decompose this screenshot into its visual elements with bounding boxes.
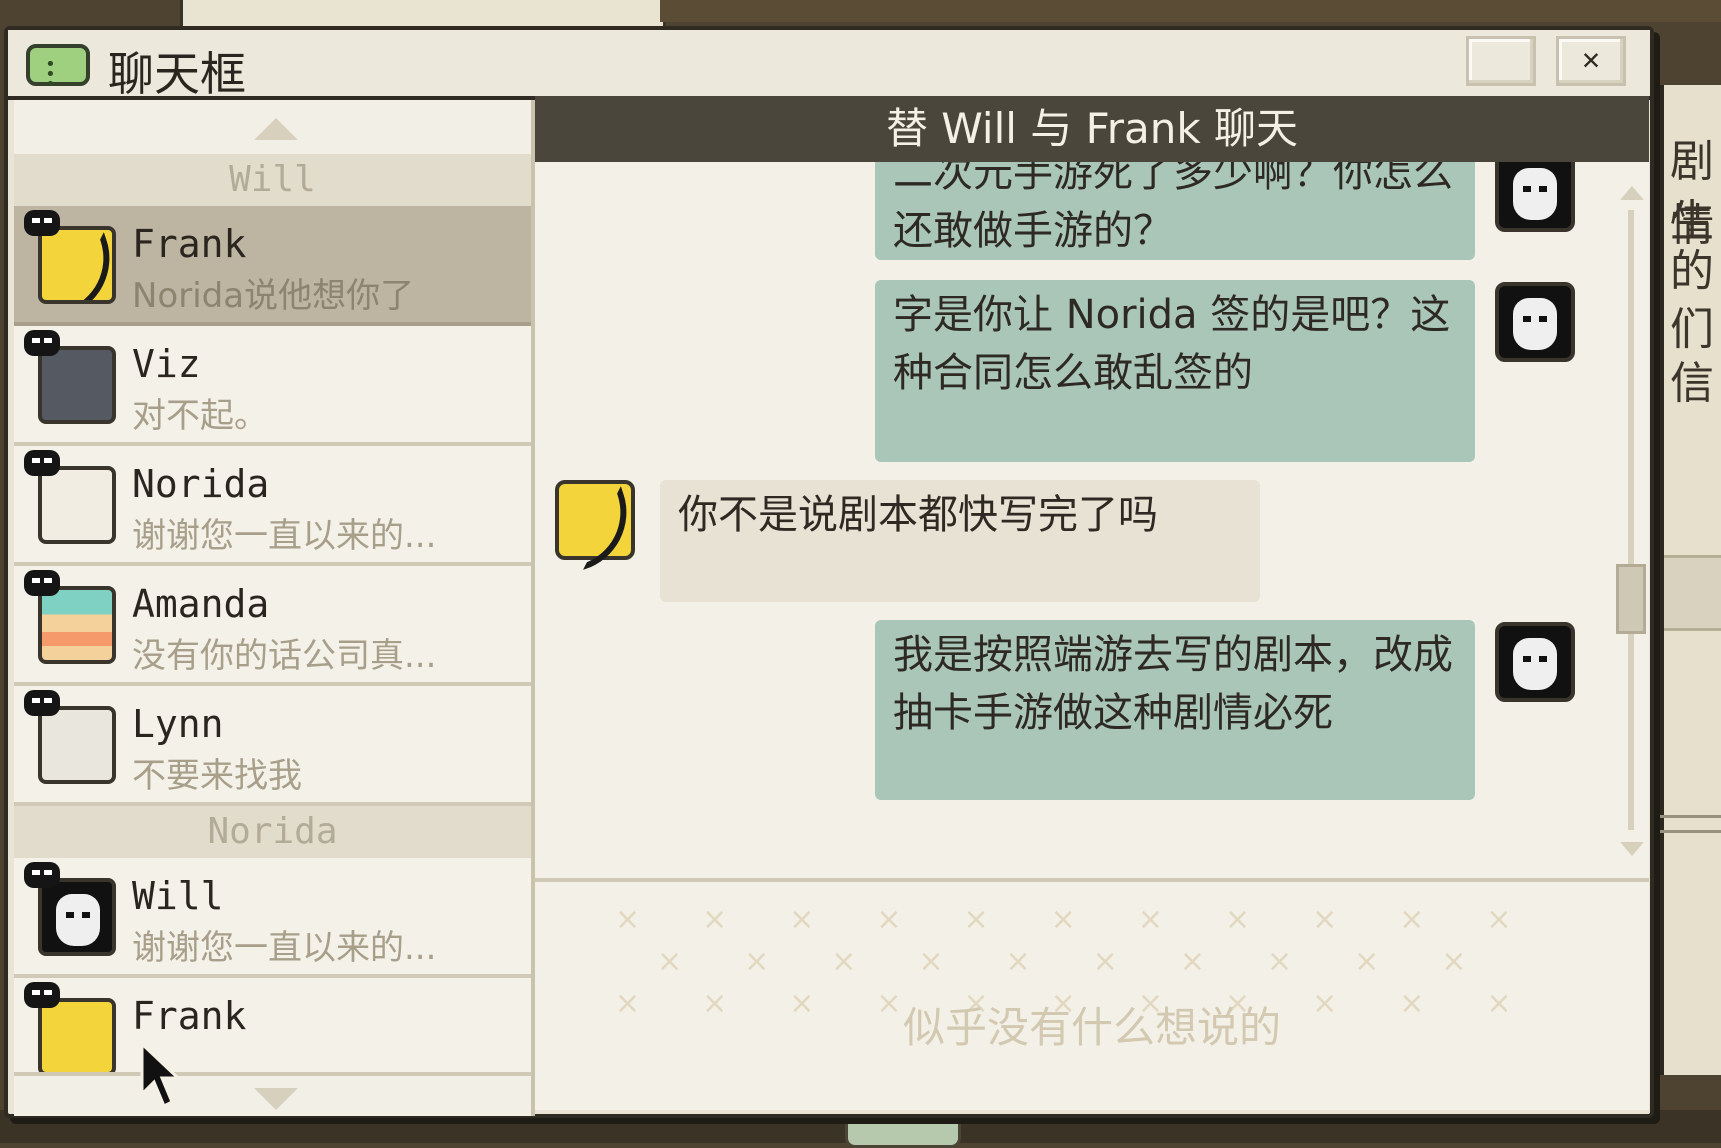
message-bubble: 你不是说剧本都快写完了吗: [660, 480, 1260, 602]
norida-avatar: [38, 466, 116, 544]
contact-item-will[interactable]: Will 谢谢您一直以来的...: [14, 858, 531, 978]
banana-icon: [562, 486, 642, 570]
contact-preview: 谢谢您一直以来的...: [132, 928, 437, 968]
contact-name: Lynn: [132, 702, 224, 746]
mask-face-icon: [1513, 638, 1557, 690]
contact-name: Amanda: [132, 582, 270, 626]
contact-preview: 不要来找我: [132, 756, 302, 796]
arrow-down-icon: [254, 1088, 298, 1110]
contact-item-amanda[interactable]: Amanda 没有你的话公司真...: [14, 566, 531, 686]
contact-name: Frank: [132, 222, 247, 266]
mask-face-icon: [56, 894, 100, 946]
arrow-up-icon: [254, 118, 298, 140]
contact-preview: 谢谢您一直以来的...: [132, 516, 437, 556]
mask-icon: [24, 862, 60, 888]
contact-name: Norida: [132, 462, 270, 506]
contact-list[interactable]: Will Frank Norida说他想你了 Viz 对不起。 Norida 谢…: [14, 100, 535, 1116]
contact-preview: 对不起。: [132, 396, 268, 436]
scroll-up-button[interactable]: [14, 100, 531, 154]
will-avatar[interactable]: [1495, 282, 1575, 362]
message-bubble: 字是你让 Norida 签的是吧？这种合同怎么敢乱签的: [875, 280, 1475, 462]
lynn-avatar: [38, 706, 116, 784]
scroll-down-button[interactable]: [14, 1072, 531, 1116]
reply-input-area[interactable]: ××××××××××× ×××××××××× ××××××××××× 似乎没有什…: [535, 882, 1649, 1110]
contact-name: Will: [132, 874, 224, 918]
mask-face-icon: [1513, 298, 1557, 350]
message-area[interactable]: 二次元手游死了多少啊？你怎么还敢做手游的？ 字是你让 Norida 签的是吧？这…: [535, 162, 1649, 882]
mask-icon: [24, 210, 60, 236]
contact-preview: Norida说他想你了: [132, 276, 415, 316]
mask-icon: [24, 690, 60, 716]
arrow-down-icon[interactable]: [1620, 842, 1644, 856]
mask-icon: [24, 982, 60, 1008]
mouse-cursor-icon: [140, 1042, 182, 1109]
scroll-thumb[interactable]: [1616, 564, 1646, 634]
chat-header: 替 Will 与 Frank 聊天: [535, 96, 1649, 162]
background-text: 的: [1670, 246, 1714, 297]
chat-bubble-icon: • • •: [26, 44, 90, 94]
banana-icon: [45, 232, 112, 300]
titlebar[interactable]: • • • 聊天框 ✕: [8, 30, 1650, 101]
mask-icon: [24, 450, 60, 476]
will-avatar: [38, 878, 116, 956]
x-pattern-decoration: ××××××××××: [657, 944, 1529, 979]
mask-icon: [24, 570, 60, 596]
background-bar: [660, 0, 1721, 22]
x-pattern-decoration: ×××××××××××: [615, 902, 1574, 937]
maximize-button[interactable]: [1466, 36, 1536, 86]
contact-preview: 没有你的话公司真...: [132, 636, 437, 676]
viz-avatar: [38, 346, 116, 424]
close-button[interactable]: ✕: [1556, 36, 1626, 86]
background-text: 信: [1670, 358, 1714, 409]
contact-item-viz[interactable]: Viz 对不起。: [14, 326, 531, 446]
banana-avatar: [38, 226, 116, 304]
message-bubble: 二次元手游死了多少啊？你怎么还敢做手游的？: [875, 162, 1475, 260]
group-header: Will: [14, 154, 531, 206]
contact-item-norida[interactable]: Norida 谢谢您一直以来的...: [14, 446, 531, 566]
background-divider: [1660, 815, 1721, 833]
will-avatar[interactable]: [1495, 162, 1575, 232]
mask-face-icon: [1513, 168, 1557, 220]
contact-item-frank[interactable]: Frank Norida说他想你了: [14, 206, 531, 326]
scroll-track[interactable]: [1628, 210, 1634, 830]
chat-scrollbar[interactable]: [1616, 180, 1646, 880]
group-header: Norida: [14, 806, 531, 858]
arrow-up-icon[interactable]: [1620, 186, 1644, 200]
will-avatar[interactable]: [1495, 622, 1575, 702]
frank-avatar[interactable]: [555, 480, 642, 570]
contact-name: Viz: [132, 342, 201, 386]
close-icon: ✕: [1581, 42, 1601, 77]
reply-placeholder: 似乎没有什么想说的: [902, 1003, 1281, 1052]
window-title: 聊天框: [108, 47, 246, 101]
mask-icon: [24, 330, 60, 356]
chat-window: • • • 聊天框 ✕ Will Frank Norida说他想你了 Viz 对…: [4, 26, 1654, 1118]
contact-name: Frank: [132, 994, 247, 1038]
background-band: [1664, 555, 1721, 631]
background-document-panel: 剧情 生 的 们 信: [1660, 85, 1721, 1075]
message-bubble: 我是按照端游去写的剧本，改成抽卡手游做这种剧情必死: [875, 620, 1475, 800]
banana-avatar: [38, 998, 116, 1076]
contact-item-lynn[interactable]: Lynn 不要来找我: [14, 686, 531, 806]
amanda-avatar: [38, 586, 116, 664]
